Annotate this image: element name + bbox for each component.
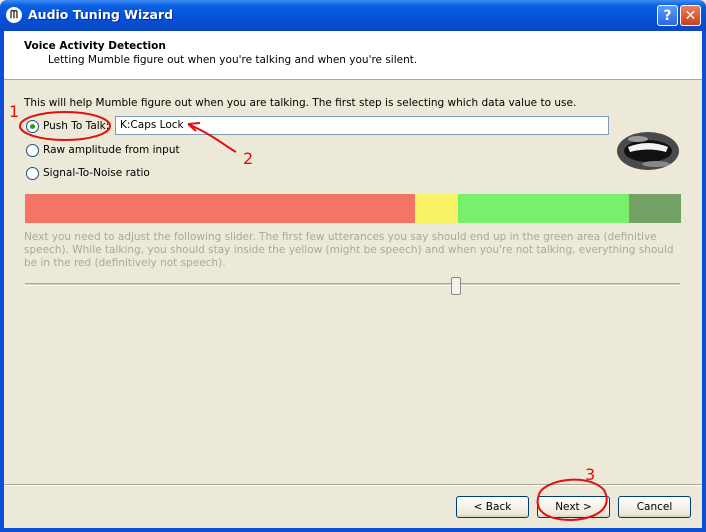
annotation-label-1: 1 [9,102,20,121]
push-to-talk-shortcut-field[interactable]: K:Caps Lock [115,116,609,135]
vad-slider-track[interactable] [25,283,680,286]
mumble-icon: ᗰ [6,7,22,23]
annotation-label-3: 3 [585,465,596,484]
intro-text: This will help Mumble figure out when yo… [24,97,577,109]
back-button[interactable]: < Back [456,496,529,518]
footer-divider [4,484,702,486]
window-frame-left [0,31,4,532]
help-button[interactable]: ? [657,5,678,26]
cancel-button[interactable]: Cancel [618,496,691,518]
slider-description: Next you need to adjust the following sl… [24,231,674,269]
meter-red-zone [25,194,415,223]
annotation-label-2: 2 [243,149,254,168]
meter-dark-green-zone [629,194,681,223]
window-frame-bottom [0,528,706,532]
raw-amplitude-radio[interactable] [26,144,39,157]
vad-slider-handle[interactable] [451,277,461,295]
signal-to-noise-label: Signal-To-Noise ratio [43,167,150,179]
push-to-talk-label: Push To Talk: [43,120,110,132]
meter-yellow-zone [415,194,458,223]
push-to-talk-radio[interactable] [26,120,39,133]
raw-amplitude-label: Raw amplitude from input [43,144,180,156]
page-title: Voice Activity Detection [24,40,166,52]
window-frame-right [702,31,706,532]
signal-to-noise-radio[interactable] [26,167,39,180]
next-button[interactable]: Next > [537,496,610,518]
title-bar: ᗰ Audio Tuning Wizard ? ✕ [0,0,706,31]
page-subtitle: Letting Mumble figure out when you're ta… [48,54,418,66]
window-title: Audio Tuning Wizard [28,7,174,22]
meter-green-zone [458,194,629,223]
close-button[interactable]: ✕ [680,5,701,26]
talking-mouth-icon [617,132,679,170]
wizard-header: Voice Activity Detection Letting Mumble … [4,31,702,80]
